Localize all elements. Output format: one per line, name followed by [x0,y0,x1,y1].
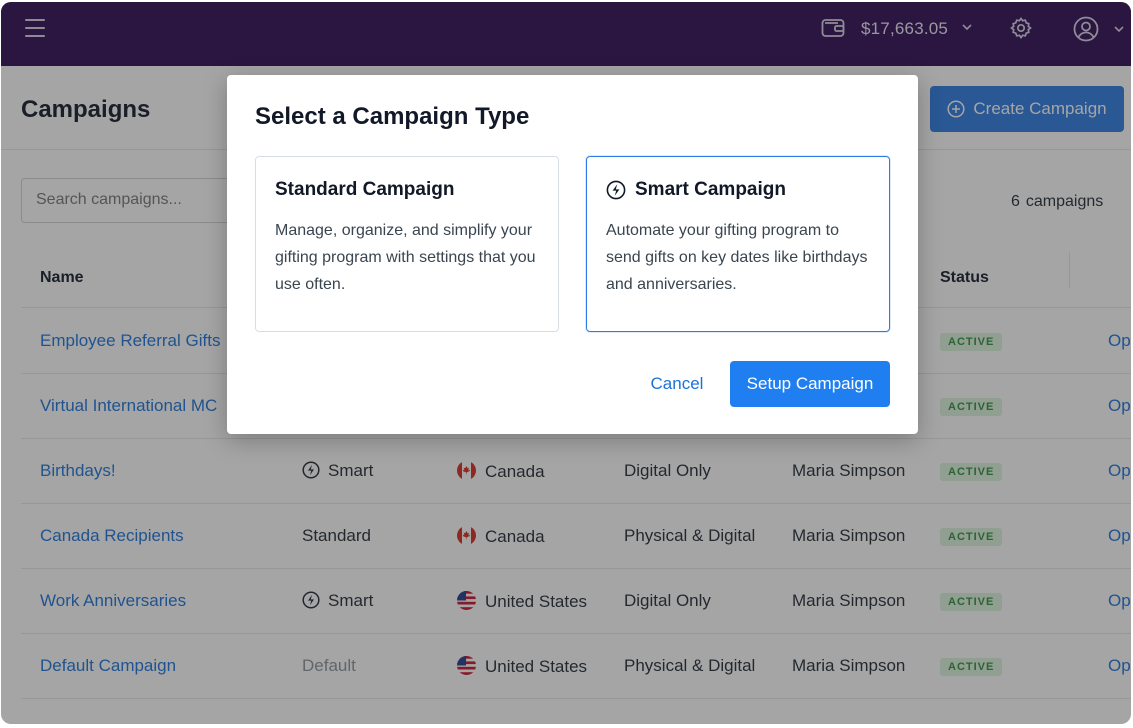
setup-campaign-button[interactable]: Setup Campaign [730,361,890,407]
app-window: $17,663.05 Campaigns Create Campaign Sea… [1,2,1131,724]
standard-campaign-title: Standard Campaign [275,179,454,201]
campaign-type-modal: Select a Campaign Type Standard Campaign… [227,75,918,434]
standard-campaign-title-text: Standard Campaign [275,179,455,200]
lightning-bolt-icon [606,180,626,200]
smart-campaign-title: Smart Campaign [606,179,786,201]
cancel-button[interactable]: Cancel [638,361,716,407]
standard-campaign-option[interactable]: Standard Campaign Manage, organize, and … [255,156,559,332]
modal-title: Select a Campaign Type [255,103,530,130]
smart-campaign-option[interactable]: Smart Campaign Automate your gifting pro… [586,156,890,332]
standard-campaign-description: Manage, organize, and simplify your gift… [275,222,536,293]
smart-campaign-title-text: Smart Campaign [635,179,786,200]
smart-campaign-description: Automate your gifting program to send gi… [606,222,868,293]
